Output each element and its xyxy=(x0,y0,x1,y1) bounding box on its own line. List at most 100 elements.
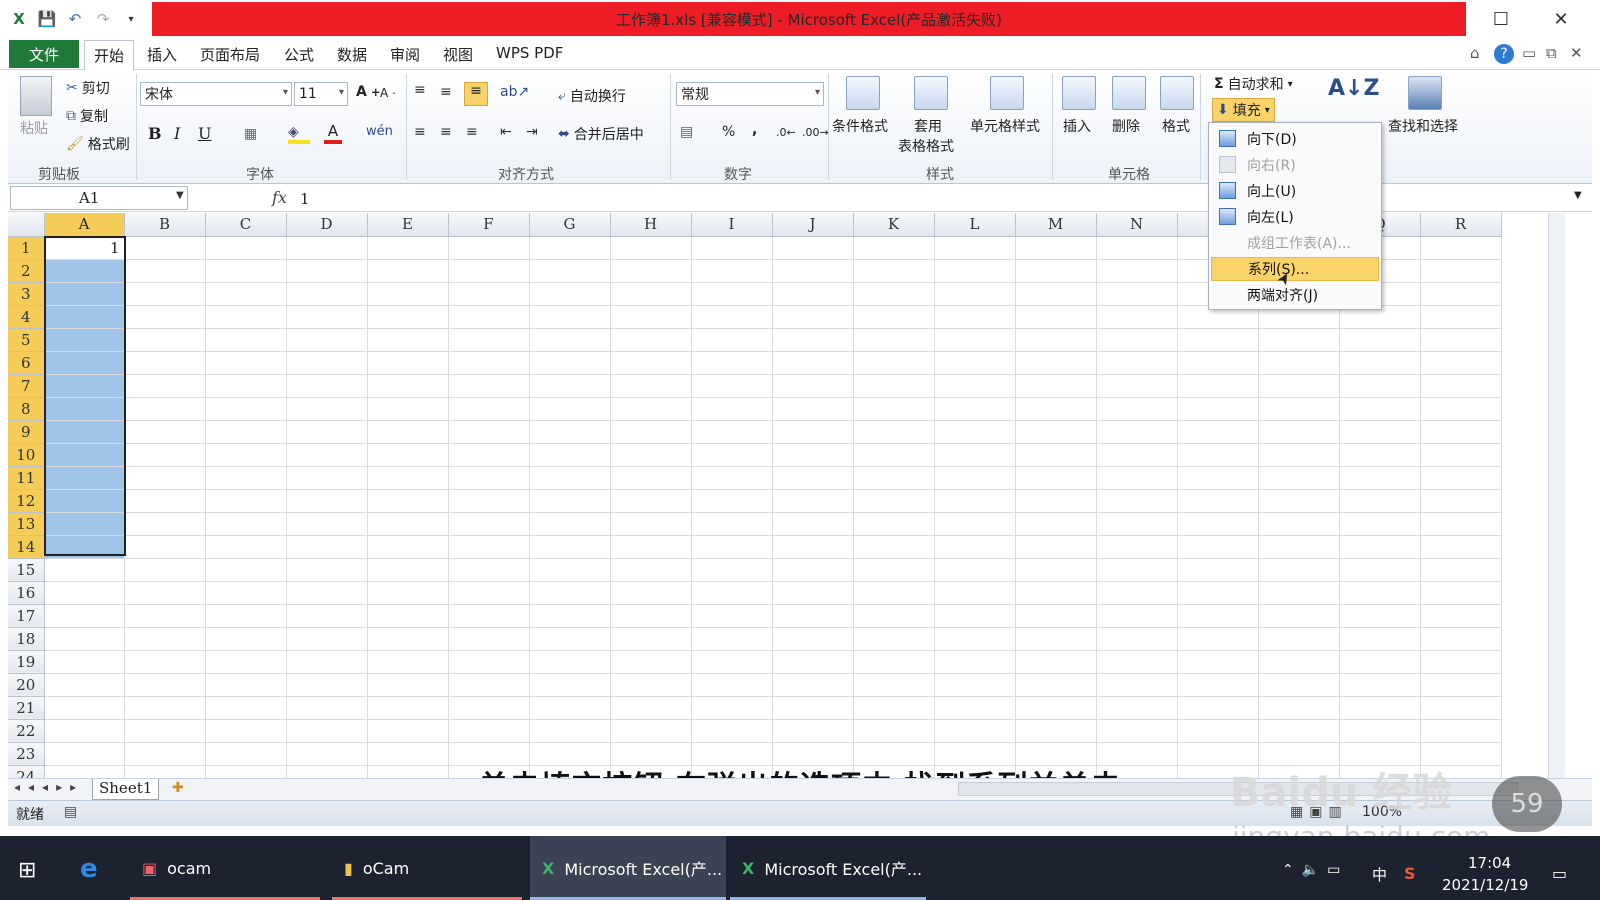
cell[interactable] xyxy=(853,466,935,490)
cell[interactable] xyxy=(934,282,1016,306)
cell[interactable] xyxy=(772,328,854,352)
cell[interactable] xyxy=(1339,719,1421,743)
number-format-select[interactable]: 常规 ▾ xyxy=(676,82,824,106)
cell[interactable] xyxy=(124,581,206,605)
cell[interactable] xyxy=(529,328,611,352)
cell[interactable] xyxy=(691,443,773,467)
find-select-button[interactable]: 查找和选择 xyxy=(1388,116,1458,136)
cell[interactable] xyxy=(1258,374,1340,398)
cell[interactable] xyxy=(1420,604,1502,628)
cell[interactable] xyxy=(610,374,692,398)
font-color-icon[interactable]: A xyxy=(324,122,342,144)
cell[interactable] xyxy=(124,535,206,559)
redo-icon[interactable]: ↷ xyxy=(92,8,114,30)
cell[interactable] xyxy=(367,328,449,352)
column-header[interactable]: A xyxy=(44,213,125,237)
menu-file[interactable]: 文件 xyxy=(9,40,79,68)
cell[interactable] xyxy=(1177,604,1259,628)
cell[interactable] xyxy=(610,535,692,559)
cell[interactable] xyxy=(124,351,206,375)
shrink-font-icon[interactable]: A- xyxy=(380,86,396,100)
cell[interactable] xyxy=(934,650,1016,674)
column-header[interactable]: R xyxy=(1420,213,1502,237)
cell[interactable] xyxy=(1096,604,1178,628)
cell[interactable] xyxy=(610,604,692,628)
taskbar-item-excel-2[interactable]: X Microsoft Excel(产... xyxy=(730,836,926,900)
cell[interactable] xyxy=(610,236,692,260)
cell[interactable] xyxy=(1177,512,1259,536)
cell[interactable] xyxy=(1339,397,1421,421)
column-header[interactable]: B xyxy=(124,213,206,237)
cell[interactable] xyxy=(1258,351,1340,375)
cell[interactable] xyxy=(448,351,530,375)
insert-function-icon[interactable]: fx xyxy=(272,188,287,207)
cell[interactable] xyxy=(367,489,449,513)
cell[interactable] xyxy=(1177,650,1259,674)
row-header[interactable]: 16 xyxy=(8,581,45,605)
row-header[interactable]: 18 xyxy=(8,627,45,651)
cell[interactable] xyxy=(772,627,854,651)
cell[interactable] xyxy=(1258,466,1340,490)
cell[interactable] xyxy=(934,328,1016,352)
cell[interactable] xyxy=(286,351,368,375)
cell[interactable] xyxy=(1420,374,1502,398)
restore-doc-icon[interactable]: ⧉ xyxy=(1546,44,1557,62)
cell[interactable] xyxy=(124,558,206,582)
vertical-scrollbar[interactable] xyxy=(1548,213,1565,778)
cell[interactable] xyxy=(44,696,125,720)
cell[interactable] xyxy=(853,397,935,421)
column-header[interactable]: G xyxy=(529,213,611,237)
cell[interactable] xyxy=(1420,351,1502,375)
cell[interactable] xyxy=(367,305,449,329)
cell[interactable] xyxy=(448,374,530,398)
cell[interactable] xyxy=(1339,443,1421,467)
paste-button[interactable]: 粘贴 xyxy=(20,118,48,138)
cell[interactable] xyxy=(934,420,1016,444)
cell[interactable] xyxy=(691,259,773,283)
cell[interactable] xyxy=(1015,443,1097,467)
cell[interactable] xyxy=(124,604,206,628)
cell[interactable] xyxy=(1339,650,1421,674)
cell[interactable] xyxy=(1015,397,1097,421)
cell[interactable] xyxy=(853,282,935,306)
cell[interactable] xyxy=(44,604,125,628)
cell[interactable] xyxy=(448,558,530,582)
cell[interactable] xyxy=(610,466,692,490)
name-box-dropdown-icon[interactable]: ▼ xyxy=(176,190,184,201)
cell[interactable] xyxy=(448,489,530,513)
cell[interactable] xyxy=(1258,512,1340,536)
cell[interactable] xyxy=(1258,489,1340,513)
cell[interactable] xyxy=(1096,535,1178,559)
align-middle-icon[interactable]: ≡ xyxy=(440,84,452,100)
cell[interactable] xyxy=(1015,259,1097,283)
increase-indent-icon[interactable]: ⇥ xyxy=(526,124,538,140)
cell[interactable] xyxy=(1339,489,1421,513)
cell[interactable] xyxy=(691,420,773,444)
cell[interactable] xyxy=(772,466,854,490)
cell[interactable] xyxy=(529,650,611,674)
cell[interactable] xyxy=(367,558,449,582)
cell[interactable] xyxy=(286,535,368,559)
cell[interactable] xyxy=(691,535,773,559)
row-header[interactable]: 8 xyxy=(8,397,45,421)
row-header[interactable]: 1 xyxy=(8,236,45,260)
cell[interactable] xyxy=(448,305,530,329)
cell[interactable] xyxy=(529,489,611,513)
cell[interactable] xyxy=(934,535,1016,559)
cell[interactable] xyxy=(367,696,449,720)
cell[interactable] xyxy=(124,443,206,467)
insert-sheet-icon[interactable]: ✚ xyxy=(172,780,184,796)
cell[interactable] xyxy=(1177,535,1259,559)
cell[interactable] xyxy=(1096,719,1178,743)
cell[interactable] xyxy=(44,420,125,444)
cell[interactable] xyxy=(610,650,692,674)
cell[interactable] xyxy=(610,328,692,352)
cell[interactable] xyxy=(124,627,206,651)
tab-formulas[interactable]: 公式 xyxy=(284,44,314,65)
help-icon[interactable]: ? xyxy=(1494,44,1514,64)
cut-button[interactable]: ✂ 剪切 xyxy=(66,78,110,98)
cell-styles-button[interactable]: 单元格样式 xyxy=(970,116,1040,136)
table-format-line1[interactable]: 套用 xyxy=(914,116,942,136)
cell[interactable] xyxy=(44,259,125,283)
cell[interactable] xyxy=(529,443,611,467)
